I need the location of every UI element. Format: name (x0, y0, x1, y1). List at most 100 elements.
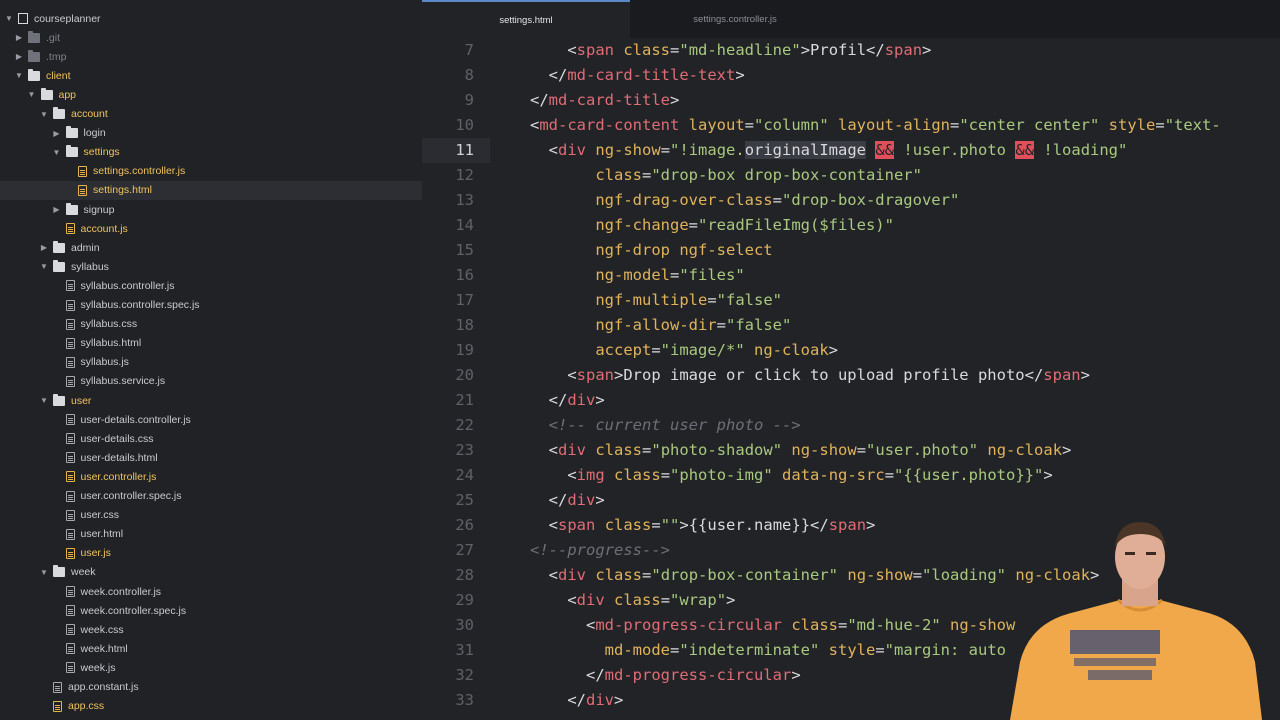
file-tree-file[interactable]: user-details.controller.js (0, 410, 422, 429)
code-line[interactable]: <span class="">{{user.name}}</span> (530, 516, 876, 534)
code-token: ngf-drag-over-class (595, 191, 773, 209)
code-token: </ (548, 391, 568, 409)
code-line[interactable]: </div> (530, 391, 605, 409)
file-tree-folder[interactable]: ▼ courseplanner (0, 9, 422, 28)
code-line[interactable]: </md-card-title-text> (530, 66, 745, 84)
file-tree-file[interactable]: settings.controller.js (0, 162, 422, 181)
file-tree-file[interactable]: user-details.css (0, 429, 422, 448)
code-token: > (735, 66, 745, 84)
code-line[interactable]: <md-progress-circular class="md-hue-2" n… (530, 616, 1015, 634)
file-tree-file[interactable]: week.controller.spec.js (0, 601, 422, 620)
chevron-down-icon[interactable]: ▼ (27, 90, 37, 99)
file-tree-file[interactable]: user.css (0, 506, 422, 525)
code-line[interactable]: <div ng-show="!image.originalImage && !u… (530, 141, 1127, 159)
code-line[interactable]: ngf-multiple="false" (530, 291, 782, 309)
chevron-down-icon[interactable]: ▼ (39, 110, 49, 119)
code-line[interactable]: <span class="md-headline">Profil</span> (530, 41, 931, 59)
file-tree-folder[interactable]: ▶ login (0, 124, 422, 143)
file-tree-file[interactable]: syllabus.service.js (0, 372, 422, 391)
code-token: = (707, 291, 717, 309)
chevron-down-icon[interactable]: ▼ (39, 262, 49, 271)
code-token: span (884, 41, 923, 59)
file-tree-folder[interactable]: ▶ .tmp (0, 47, 422, 66)
chevron-right-icon[interactable]: ▶ (14, 33, 24, 42)
code-line[interactable]: </div> (530, 491, 605, 509)
code-line[interactable]: <div class="wrap"> (530, 591, 735, 609)
chevron-down-icon[interactable]: ▼ (14, 71, 24, 80)
tab-bar: settings.html settings.controller.js (422, 0, 1280, 38)
code-token: < (567, 41, 577, 59)
tab-settings-controller-js[interactable]: settings.controller.js (630, 0, 840, 38)
file-tree-folder[interactable]: ▶ .git (0, 28, 422, 47)
line-number: 16 (455, 266, 474, 284)
chevron-down-icon[interactable]: ▼ (52, 148, 62, 157)
file-tree-folder[interactable]: ▼ week (0, 563, 422, 582)
line-number: 18 (455, 316, 474, 334)
code-token: </ (567, 691, 586, 709)
code-line[interactable]: <div class="photo-shadow" ng-show="user.… (530, 441, 1072, 459)
code-line[interactable]: accept="image/*" ng-cloak> (530, 341, 838, 359)
file-tree-file[interactable]: settings.html (0, 180, 422, 200)
file-tree-folder[interactable]: ▼ user (0, 391, 422, 410)
file-tree-folder[interactable]: ▼ settings (0, 143, 422, 162)
file-tree-folder[interactable]: ▼ client (0, 66, 422, 85)
file-icon (65, 490, 75, 502)
chevron-down-icon[interactable]: ▼ (4, 14, 14, 23)
code-token: !loading" (1034, 141, 1128, 159)
file-tree-file[interactable]: user.html (0, 525, 422, 544)
file-tree-label: client (46, 69, 71, 82)
code-line[interactable]: class="drop-box drop-box-container" (530, 166, 922, 184)
code-line[interactable]: </md-progress-circular> (530, 666, 801, 684)
chevron-right-icon[interactable]: ▶ (14, 52, 24, 61)
file-tree-file[interactable]: user.controller.spec.js (0, 487, 422, 506)
file-tree-file[interactable]: week.css (0, 620, 422, 639)
file-icon (65, 433, 75, 445)
file-tree-folder[interactable]: ▼ account (0, 105, 422, 124)
file-tree-folder[interactable]: ▼ syllabus (0, 257, 422, 276)
code-line[interactable]: ngf-change="readFileImg($files)" (530, 216, 894, 234)
code-line[interactable]: ngf-drop ngf-select (530, 241, 772, 259)
file-tree-file[interactable]: user.controller.js (0, 467, 422, 486)
file-tree-file[interactable]: week.controller.js (0, 582, 422, 601)
file-tree-file[interactable]: app.constant.js (0, 678, 422, 697)
folder-icon (28, 68, 40, 81)
file-tree-file[interactable]: syllabus.js (0, 353, 422, 372)
file-tree-file[interactable]: user-details.html (0, 448, 422, 467)
chevron-right-icon[interactable]: ▶ (52, 129, 62, 138)
file-tree-folder[interactable]: ▶ admin (0, 238, 422, 257)
code-token: data-ng-src (782, 466, 885, 484)
chevron-down-icon[interactable]: ▼ (39, 568, 49, 577)
code-token: </ (1024, 366, 1044, 384)
chevron-right-icon[interactable]: ▶ (52, 205, 62, 214)
code-line[interactable]: ngf-drag-over-class="drop-box-dragover" (530, 191, 959, 209)
file-tree-file[interactable]: syllabus.controller.js (0, 276, 422, 295)
file-tree-file[interactable]: week.html (0, 639, 422, 658)
file-tree-file[interactable]: app.css (0, 697, 422, 716)
file-tree-label: account.js (80, 222, 128, 235)
file-tree-file[interactable]: syllabus.html (0, 334, 422, 353)
tab-settings-html[interactable]: settings.html (422, 0, 630, 38)
chevron-right-icon[interactable]: ▶ (39, 243, 49, 252)
file-tree-file[interactable]: account.js (0, 219, 422, 238)
code-token: div (558, 566, 587, 584)
code-line[interactable]: ng-model="files" (530, 266, 744, 284)
file-tree-file[interactable]: syllabus.controller.spec.js (0, 296, 422, 315)
file-tree-file[interactable]: user.js (0, 544, 422, 563)
file-tree-file[interactable]: syllabus.css (0, 315, 422, 334)
code-line[interactable]: <span>Drop image or click to upload prof… (530, 366, 1090, 384)
code-line[interactable]: <!-- current user photo --> (530, 416, 801, 434)
code-line[interactable]: <md-card-content layout="column" layout-… (530, 116, 1221, 134)
code-line[interactable]: ngf-allow-dir="false" (530, 316, 791, 334)
code-token: ng-model (595, 266, 670, 284)
code-line[interactable]: </md-card-title> (530, 91, 679, 109)
file-tree-file[interactable]: week.js (0, 658, 422, 677)
chevron-down-icon[interactable]: ▼ (39, 396, 49, 405)
code-line[interactable]: </div> (530, 691, 623, 709)
code-line[interactable]: <!--progress--> (530, 541, 670, 559)
code-line[interactable]: <img class="photo-img" data-ng-src="{{us… (530, 466, 1052, 484)
file-tree-folder[interactable]: ▼ app (0, 85, 422, 104)
file-tree-folder[interactable]: ▶ signup (0, 200, 422, 219)
code-line[interactable]: md-mode="indeterminate" style="margin: a… (530, 641, 1006, 659)
